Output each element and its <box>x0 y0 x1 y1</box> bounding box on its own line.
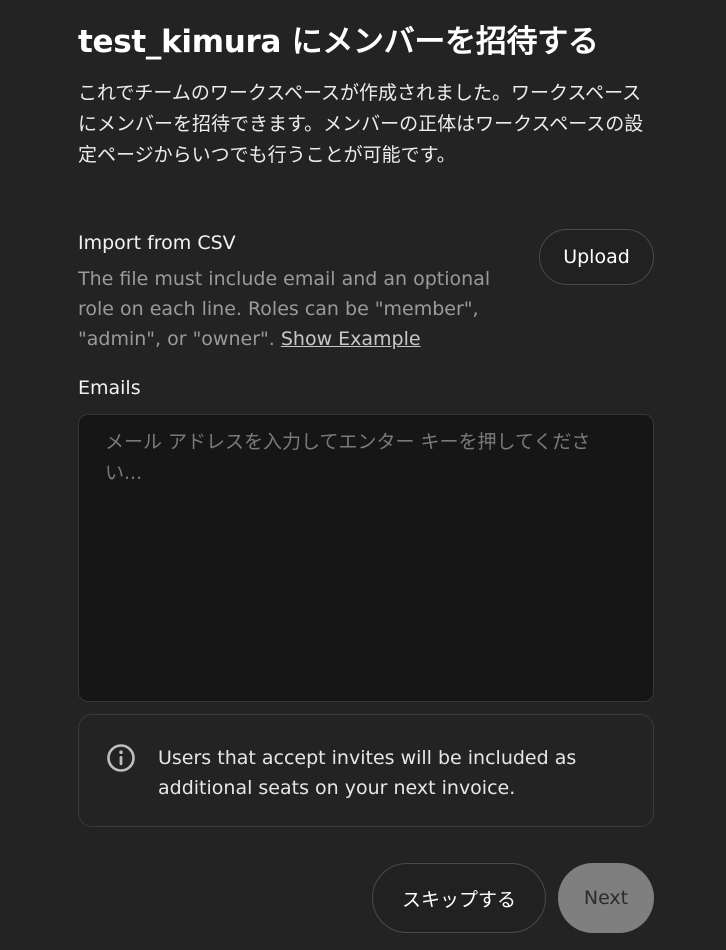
csv-import-title: Import from CSV <box>78 232 236 254</box>
csv-import-help: The file must include email and an optio… <box>78 264 508 354</box>
seat-billing-notice: Users that accept invites will be includ… <box>78 714 654 827</box>
csv-import-section: Import from CSV The file must include em… <box>78 228 654 358</box>
invite-members-page: test_kimura にメンバーを招待する これでチームのワークスペースが作成… <box>0 0 726 950</box>
upload-button[interactable]: Upload <box>539 229 654 285</box>
emails-label: Emails <box>78 377 141 399</box>
skip-button[interactable]: スキップする <box>372 863 546 933</box>
show-example-link[interactable]: Show Example <box>281 328 421 350</box>
seat-billing-notice-text: Users that accept invites will be includ… <box>158 747 577 799</box>
page-title: test_kimura にメンバーを招待する <box>78 24 599 60</box>
info-circle-icon <box>107 744 135 772</box>
next-button[interactable]: Next <box>558 863 654 933</box>
page-description: これでチームのワークスペースが作成されました。ワークスペースにメンバーを招待でき… <box>78 82 644 166</box>
emails-input[interactable] <box>78 414 654 702</box>
